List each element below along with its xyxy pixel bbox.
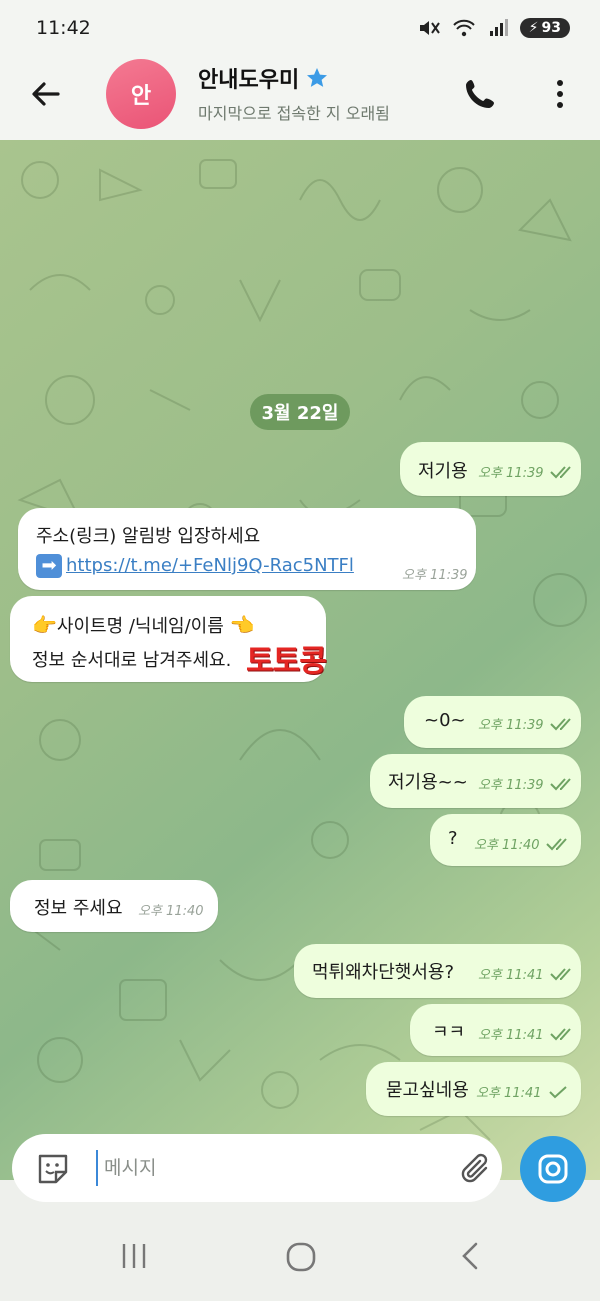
phone-icon[interactable]	[462, 76, 498, 112]
message-text: 저기용	[418, 461, 468, 482]
battery-indicator: ⚡ 93	[519, 18, 570, 38]
message-time: 오후 11:41	[478, 1028, 544, 1043]
message-time: 오후 11:41	[476, 1086, 542, 1101]
back-nav-icon[interactable]	[454, 1240, 486, 1272]
double-check-icon	[549, 465, 571, 478]
signal-icon	[489, 19, 508, 36]
message-meta: 오후 11:41	[476, 1082, 568, 1101]
more-options-icon[interactable]	[548, 76, 572, 112]
message-meta: 오후 11:39	[478, 462, 576, 481]
double-check-icon	[549, 717, 571, 730]
message-text: 저기용~~	[388, 772, 468, 793]
telegram-link[interactable]: https://t.me/+FeNlj9Q-Rac5NTFl	[66, 555, 354, 576]
message-time: 오후 11:40	[474, 838, 540, 853]
status-time: 11:42	[36, 17, 91, 39]
message-time: 오후 11:39	[478, 466, 544, 481]
message-meta: 오후 11:41	[478, 1024, 576, 1043]
message-bubble-outgoing[interactable]: 묻고싶네용 오후 11:41	[366, 1062, 581, 1116]
message-text: 정보 순서대로 남겨주세요.	[32, 650, 232, 671]
message-link-line: ➡ https://t.me/+FeNlj9Q-Rac5NTFl	[36, 554, 354, 578]
chat-area[interactable]: 3월 22일 저기용 오후 11:39 주소(링크) 알림방 입장하세요 ➡ ht…	[0, 140, 600, 1180]
message-meta: 오후 11:41	[478, 964, 576, 983]
message-time: 오후 11:39	[402, 568, 468, 583]
message-text: ?	[448, 828, 458, 849]
message-meta: 오후 11:39	[478, 714, 576, 733]
double-check-icon	[545, 837, 567, 850]
status-bar: 11:42 ⚡ 93	[0, 0, 600, 56]
message-meta: 오후 11:39	[402, 564, 468, 583]
message-bubble-outgoing[interactable]: ㅋㅋ 오후 11:41	[410, 1004, 581, 1056]
pointing-right-hand-icon: 👉	[32, 613, 57, 637]
sticker-icon[interactable]	[34, 1150, 72, 1188]
double-check-icon	[549, 1027, 571, 1040]
title-row[interactable]: 안내도우미	[198, 62, 329, 94]
message-text: 먹튀왜차단햇서용?	[312, 962, 455, 983]
message-bubble-incoming[interactable]: 주소(링크) 알림방 입장하세요 ➡ https://t.me/+FeNlj9Q-…	[18, 508, 476, 590]
wifi-icon	[452, 19, 475, 37]
recent-apps-icon[interactable]	[118, 1240, 150, 1272]
charging-icon: ⚡	[528, 20, 539, 36]
last-seen-status: 마지막으로 접속한 지 오래됨	[198, 104, 390, 123]
chat-header: 안 안내도우미 마지막으로 접속한 지 오래됨	[0, 56, 600, 140]
camera-icon	[538, 1154, 568, 1184]
battery-level: 93	[541, 20, 561, 36]
message-line-1: 👉사이트명 /닉네임/이름 👈	[32, 612, 254, 638]
message-time: 오후 11:40	[138, 904, 204, 919]
message-bubble-outgoing[interactable]: ~0~ 오후 11:39	[404, 696, 581, 748]
message-bubble-outgoing[interactable]: 먹튀왜차단햇서용? 오후 11:41	[294, 944, 581, 998]
right-arrow-emoji-icon: ➡	[36, 554, 62, 578]
avatar[interactable]: 안	[106, 59, 176, 129]
single-check-icon	[548, 1085, 567, 1098]
star-icon	[307, 68, 328, 87]
message-meta: 오후 11:40	[474, 834, 572, 853]
paperclip-icon[interactable]	[458, 1150, 496, 1188]
message-text: 사이트명 /닉네임/이름	[56, 616, 224, 637]
mute-icon	[419, 21, 440, 35]
message-text: 정보 주세요	[34, 898, 123, 919]
message-meta: 오후 11:39	[478, 774, 576, 793]
message-meta: 오후 11:40	[138, 900, 204, 919]
home-icon[interactable]	[284, 1240, 318, 1274]
back-arrow-icon[interactable]	[28, 76, 64, 112]
date-separator: 3월 22일	[250, 394, 350, 430]
double-check-icon	[549, 967, 571, 980]
message-composer	[12, 1134, 502, 1202]
system-nav-bar	[0, 1210, 600, 1301]
message-input[interactable]	[96, 1150, 436, 1186]
camera-button[interactable]	[520, 1136, 586, 1202]
message-text: ~0~	[424, 710, 466, 731]
pointing-left-hand-icon: 👈	[229, 613, 255, 637]
message-text: ㅋㅋ	[432, 1022, 466, 1043]
message-bubble-outgoing[interactable]: ? 오후 11:40	[430, 814, 581, 866]
message-bubble-incoming[interactable]: 정보 주세요 오후 11:40	[10, 880, 218, 932]
chat-title[interactable]: 안내도우미	[198, 62, 299, 94]
message-time: 오후 11:39	[478, 778, 544, 793]
message-text: 주소(링크) 알림방 입장하세요	[36, 526, 261, 547]
message-time: 오후 11:39	[478, 718, 544, 733]
message-bubble-outgoing[interactable]: 저기용~~ 오후 11:39	[370, 754, 581, 808]
message-time: 오후 11:41	[478, 968, 544, 983]
status-icons: ⚡ 93	[418, 18, 570, 38]
double-check-icon	[549, 777, 571, 790]
watermark-text: 토토콩	[246, 644, 327, 679]
message-text: 묻고싶네용	[386, 1080, 469, 1101]
message-bubble-outgoing[interactable]: 저기용 오후 11:39	[400, 442, 581, 496]
